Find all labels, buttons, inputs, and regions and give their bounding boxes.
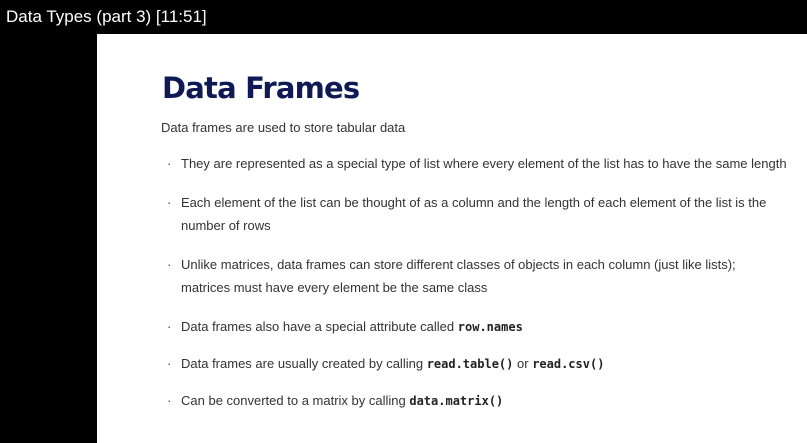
slide-subtitle: Data frames are used to store tabular da…	[161, 120, 406, 135]
video-letterbox	[0, 34, 97, 443]
bullet-dot: ·	[167, 195, 172, 210]
code-read-table: read.table()	[426, 357, 514, 371]
slide-title: Data Frames	[162, 71, 360, 105]
bullet-text: Unlike matrices, data frames can store d…	[181, 257, 736, 295]
bullet-text: They are represented as a special type o…	[181, 156, 787, 171]
video-frame: Data Types (part 3) [11:51] Data Frames …	[0, 0, 807, 443]
code-read-csv: read.csv()	[532, 357, 605, 371]
bullet-item: · Data frames are usually created by cal…	[167, 352, 787, 376]
bullet-dot: ·	[167, 356, 172, 371]
bullet-text: Data frames are usually created by calli…	[181, 356, 427, 371]
slide: Data Frames Data frames are used to stor…	[97, 34, 807, 443]
bullet-item: · Unlike matrices, data frames can store…	[167, 253, 787, 299]
bullet-dot: ·	[167, 257, 172, 272]
bullet-list: · They are represented as a special type…	[167, 152, 787, 426]
bullet-item: · Can be converted to a matrix by callin…	[167, 389, 787, 413]
code-data-matrix: data.matrix()	[409, 394, 504, 408]
bullet-dot: ·	[167, 393, 172, 408]
video-title: Data Types (part 3) [11:51]	[0, 0, 807, 34]
bullet-text: Each element of the list can be thought …	[181, 195, 767, 233]
bullet-dot: ·	[167, 156, 172, 171]
bullet-text-connector: or	[513, 356, 533, 371]
bullet-item: · Each element of the list can be though…	[167, 191, 787, 237]
bullet-item: · They are represented as a special type…	[167, 152, 787, 175]
bullet-text: Can be converted to a matrix by calling	[181, 393, 410, 408]
bullet-dot: ·	[167, 319, 172, 334]
code-row-names: row.names	[457, 320, 523, 334]
bullet-item: · Data frames also have a special attrib…	[167, 315, 787, 339]
bullet-text: Data frames also have a special attribut…	[181, 319, 458, 334]
